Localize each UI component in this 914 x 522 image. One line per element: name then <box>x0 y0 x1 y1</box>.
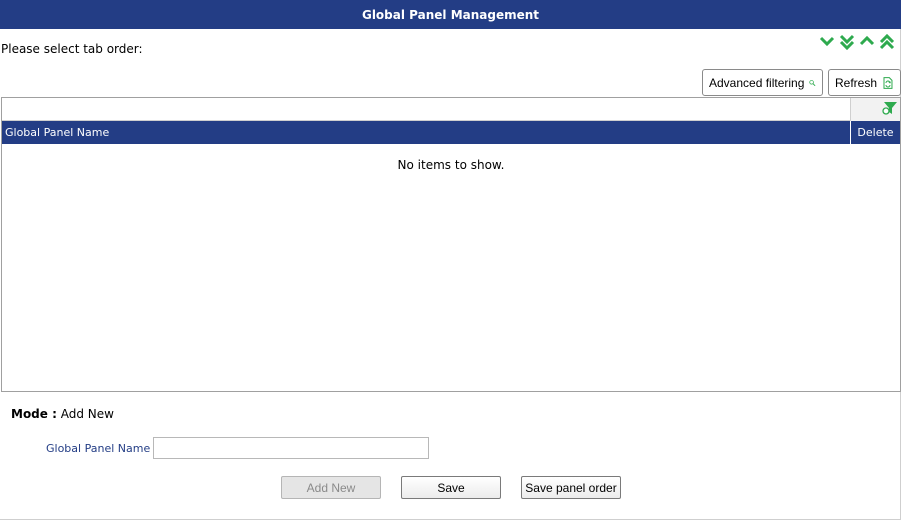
add-new-button[interactable]: Add New <box>281 476 381 499</box>
clear-filter-icon[interactable] <box>882 100 898 116</box>
refresh-icon <box>883 76 893 89</box>
advanced-filtering-label: Advanced filtering <box>709 75 805 90</box>
double-chevron-up-icon[interactable] <box>879 34 895 50</box>
page-title-bar: Global Panel Management <box>0 0 901 29</box>
grid-empty-message: No items to show. <box>397 158 505 172</box>
grid-filter-row <box>2 98 900 121</box>
save-panel-order-button[interactable]: Save panel order <box>521 476 621 499</box>
refresh-label: Refresh <box>835 75 878 90</box>
global-panel-grid: Global Panel Name Delete No items to sho… <box>1 97 901 392</box>
grid-filter-cell[interactable] <box>850 98 900 121</box>
global-panel-name-input[interactable] <box>153 437 429 459</box>
mode-indicator: Mode : Add New <box>11 407 114 421</box>
chevron-up-icon[interactable] <box>859 34 875 48</box>
page-title: Global Panel Management <box>361 7 540 22</box>
grid-header-row: Global Panel Name Delete <box>2 121 900 144</box>
tab-order-controls <box>819 34 895 50</box>
refresh-button[interactable]: Refresh <box>828 69 901 96</box>
column-header-global-panel-name[interactable]: Global Panel Name <box>5 126 109 139</box>
mode-value: Add New <box>60 407 114 421</box>
search-icon <box>809 79 816 86</box>
advanced-filtering-button[interactable]: Advanced filtering <box>702 69 823 96</box>
tab-order-prompt: Please select tab order: <box>1 42 143 56</box>
save-button[interactable]: Save <box>401 476 501 499</box>
column-header-delete: Delete <box>850 121 900 144</box>
global-panel-name-label: Global Panel Name : <box>46 442 158 455</box>
chevron-down-icon[interactable] <box>819 34 835 48</box>
double-chevron-down-icon[interactable] <box>839 34 855 50</box>
mode-label: Mode : <box>11 407 57 421</box>
